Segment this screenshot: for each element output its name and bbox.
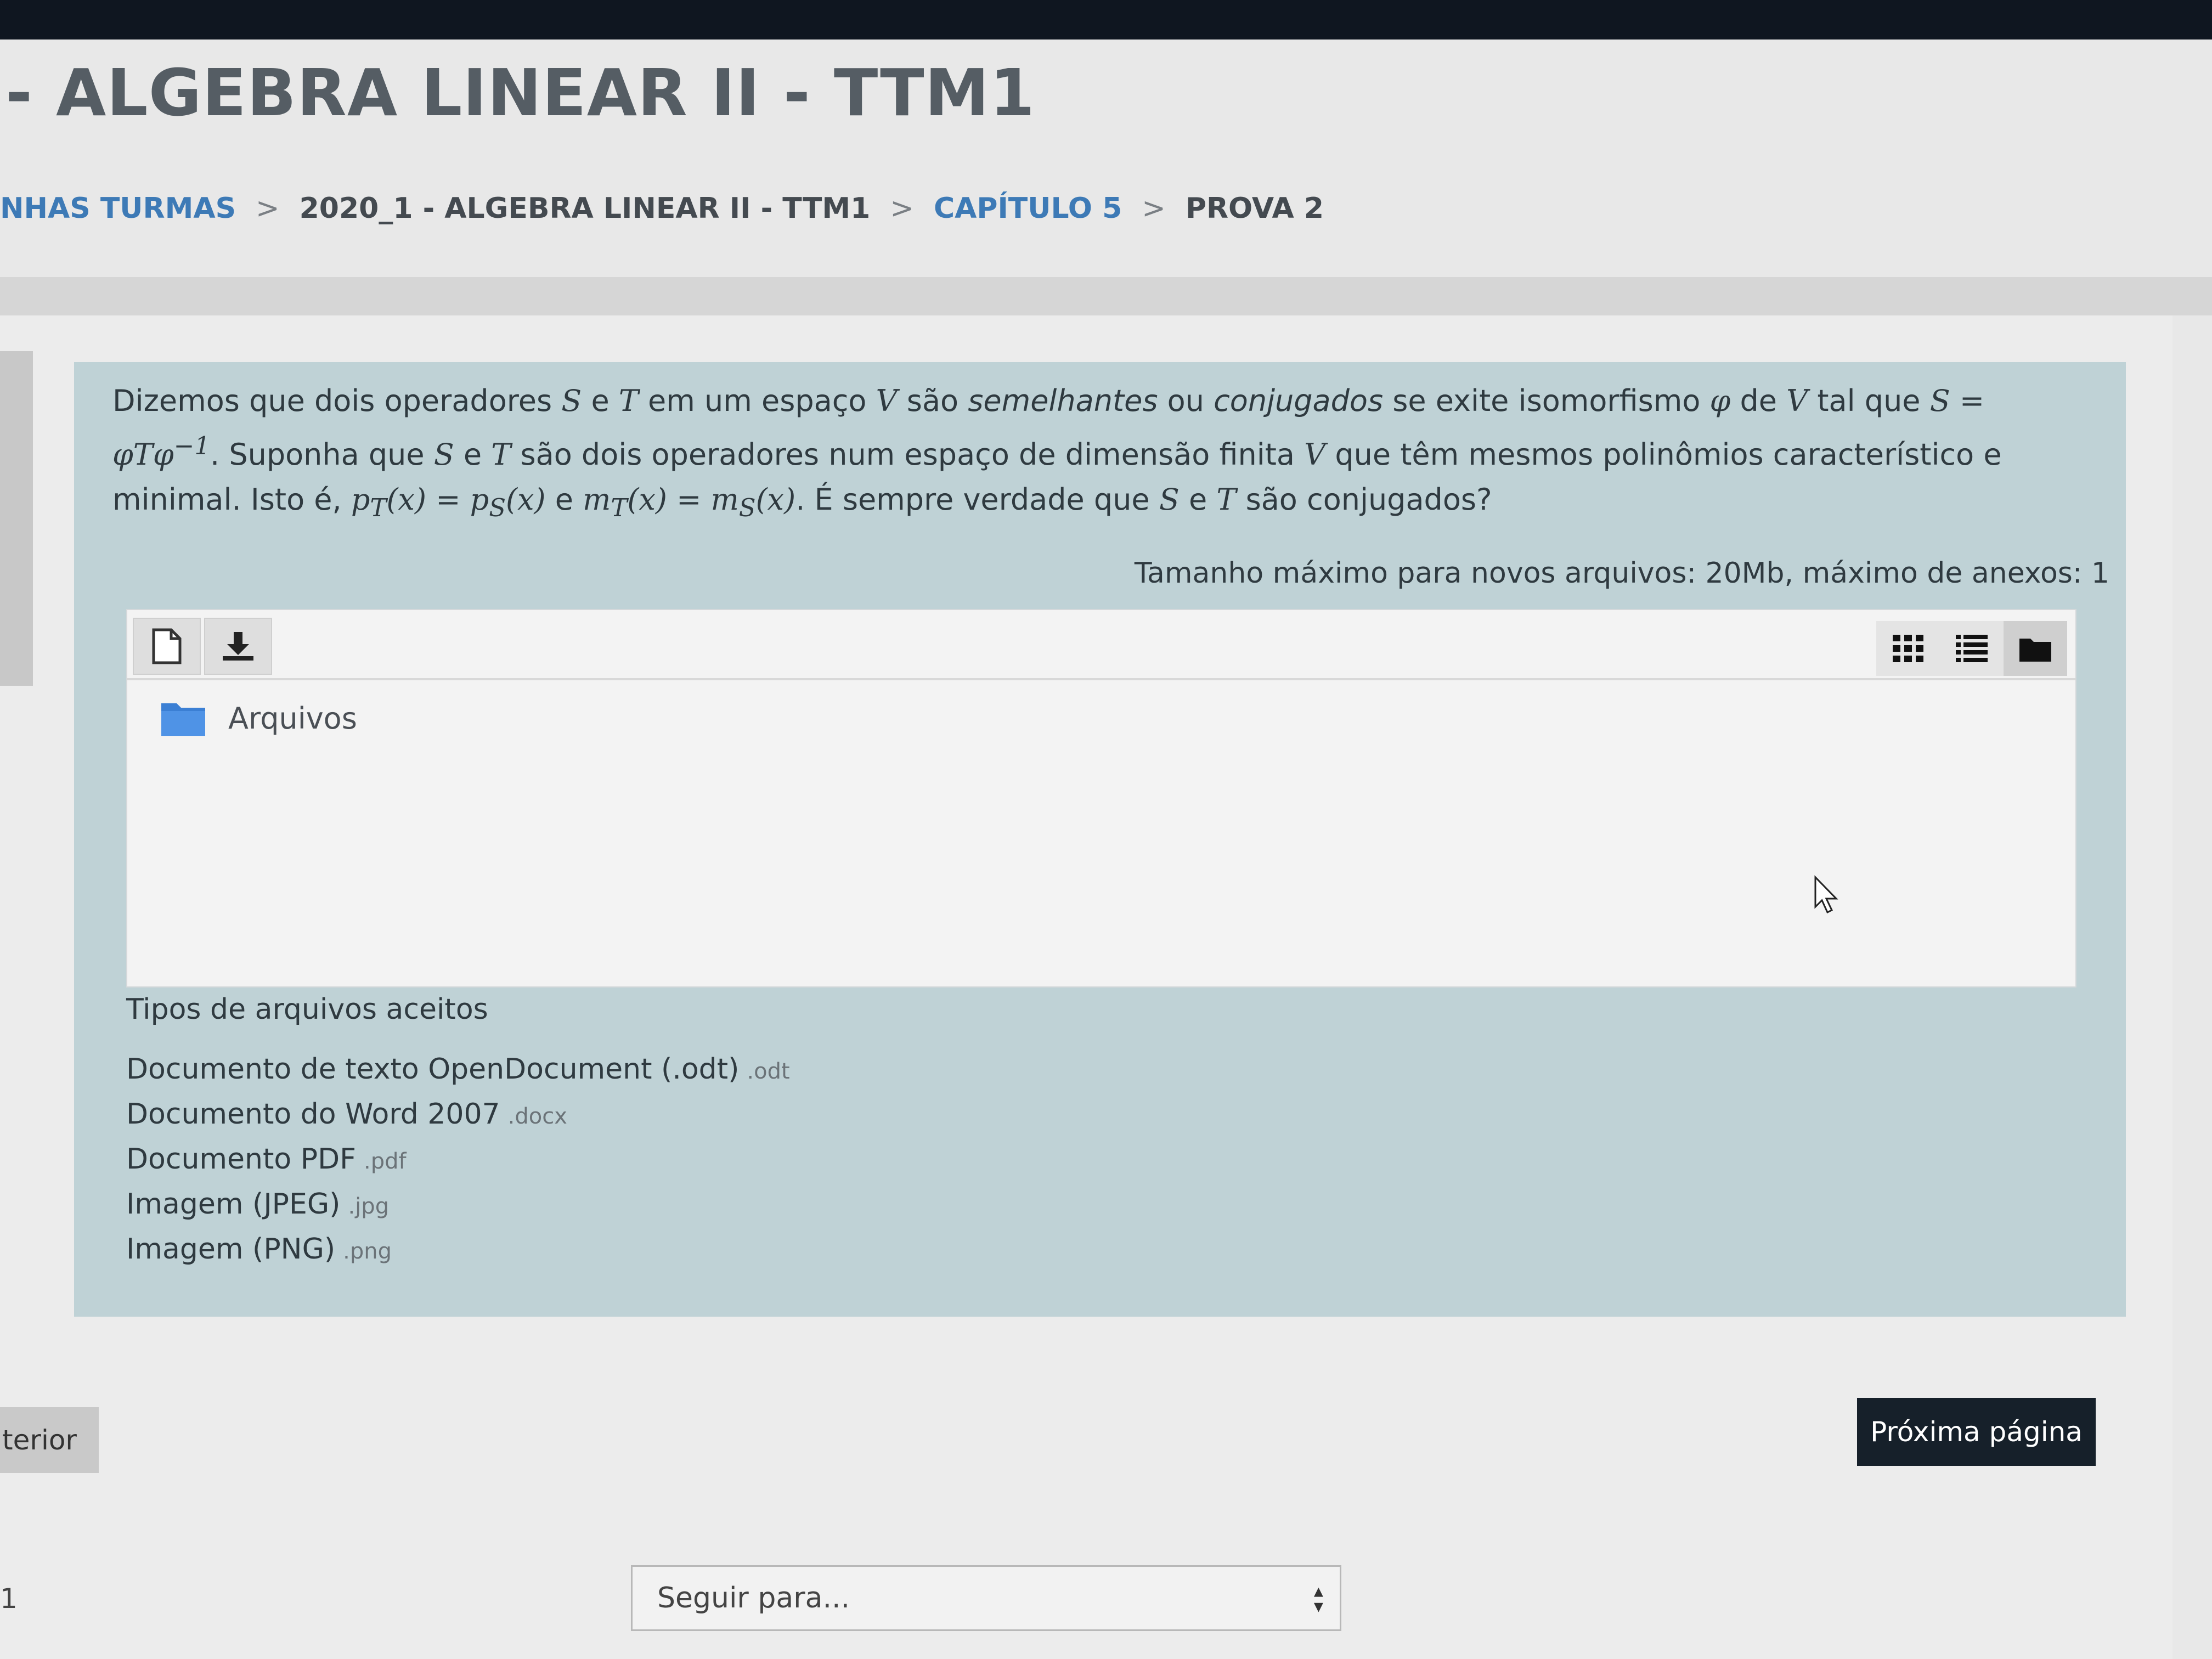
file-manager-toolbar (127, 610, 2075, 680)
accepted-types-title: Tipos de arquivos aceitos (126, 993, 488, 1026)
accepted-type-item: Imagem (JPEG) .jpg (126, 1188, 390, 1221)
header-divider (0, 277, 2212, 315)
grid-view-button[interactable] (1876, 621, 1940, 676)
list-view-button[interactable] (1940, 621, 2004, 676)
accepted-type-item: Documento de texto OpenDocument (.odt) .o… (126, 1053, 790, 1086)
folder-view-icon (2019, 639, 2051, 662)
left-panel (0, 351, 33, 686)
mouse-cursor-icon (1814, 875, 1838, 914)
folder-view-button[interactable] (2004, 621, 2067, 676)
grid-view-icon (1893, 635, 1923, 662)
accepted-types-list: Documento de texto OpenDocument (.odt) .o… (126, 1048, 790, 1273)
jump-to-label: Seguir para... (657, 1582, 850, 1615)
breadcrumb-separator: > (1142, 192, 1166, 225)
breadcrumb-separator: > (890, 192, 914, 225)
folder-item[interactable]: Arquivos (160, 699, 357, 737)
file-manager-body: Arquivos (127, 682, 2075, 988)
accepted-type-item: Documento PDF .pdf (126, 1143, 407, 1176)
file-icon (152, 628, 182, 664)
breadcrumb-my-classes[interactable]: NHAS TURMAS (0, 192, 236, 225)
select-arrows-icon: ▴ ▾ (1313, 1580, 1323, 1617)
download-icon (223, 632, 253, 661)
list-view-icon (1956, 635, 1988, 662)
previous-page-button[interactable]: terior (0, 1407, 99, 1473)
breadcrumb-chapter[interactable]: CAPÍTULO 5 (934, 192, 1122, 225)
accepted-type-item: Imagem (PNG) .png (126, 1233, 392, 1266)
breadcrumb-separator: > (256, 192, 280, 225)
breadcrumb-course[interactable]: 2020_1 - ALGEBRA LINEAR II - TTM1 (300, 192, 871, 225)
folder-icon (161, 703, 205, 736)
jump-to-select[interactable]: Seguir para... ▴ ▾ (631, 1565, 1341, 1631)
max-file-size-info: Tamanho máximo para novos arquivos: 20Mb… (1134, 557, 2109, 590)
next-page-button[interactable]: Próxima página (1857, 1398, 2096, 1466)
add-file-button[interactable] (133, 618, 201, 675)
question-text: Dizemos que dois operadores S e T em um … (112, 383, 2002, 522)
file-manager: Arquivos (126, 609, 2076, 988)
download-button[interactable] (204, 618, 272, 675)
course-title: - ALGEBRA LINEAR II - TTM1 (5, 55, 1036, 131)
browser-top-bar (0, 0, 2212, 40)
page-number: 1 (0, 1583, 18, 1615)
breadcrumb-current: PROVA 2 (1185, 192, 1324, 225)
accepted-type-item: Documento do Word 2007 .docx (126, 1098, 567, 1131)
question-box: Dizemos que dois operadores S e T em um … (74, 362, 2126, 1317)
breadcrumb: NHAS TURMAS > 2020_1 - ALGEBRA LINEAR II… (0, 192, 1324, 225)
folder-label: Arquivos (228, 701, 357, 736)
